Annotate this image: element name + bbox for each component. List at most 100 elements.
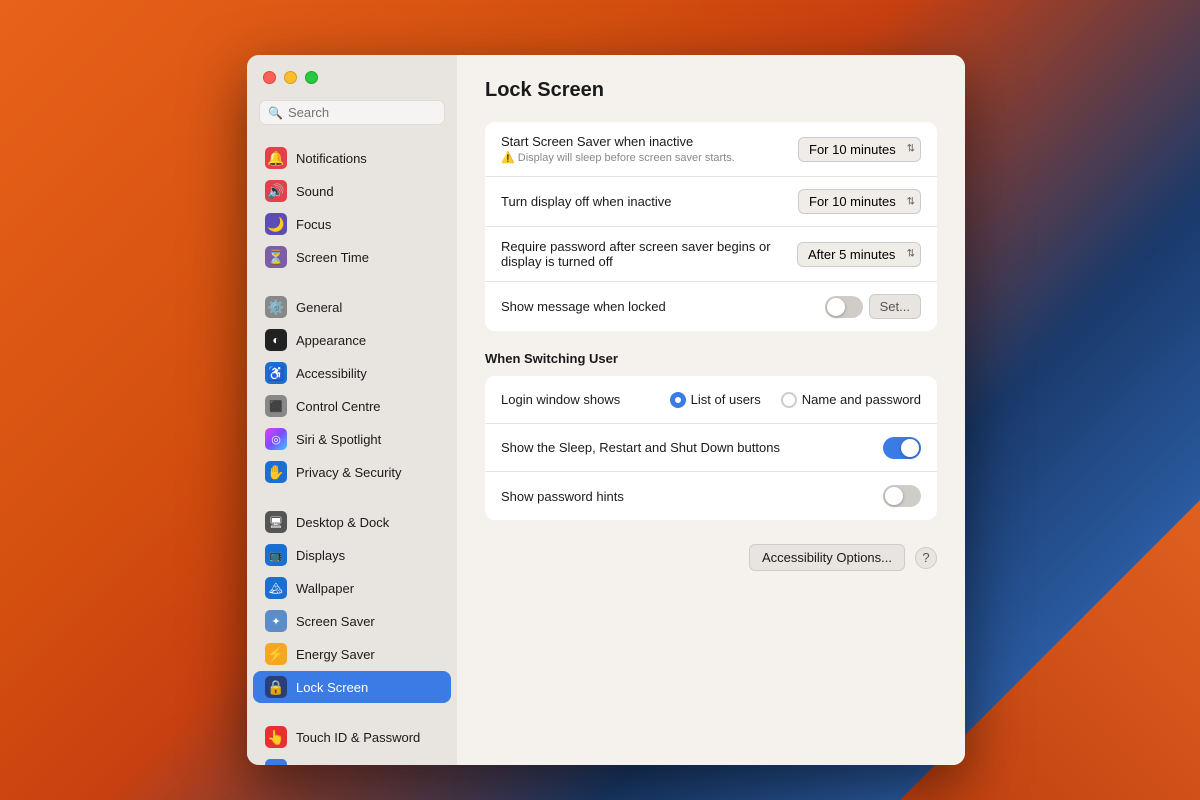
desktop-icon: 🖥 [265, 511, 287, 533]
wallpaper-icon: 🏔 [265, 577, 287, 599]
message-toggle-knob [827, 298, 845, 316]
display-stepper[interactable]: For 10 minutes [798, 189, 921, 214]
settings-row-login: Login window shows List of users [485, 376, 937, 424]
sidebar-item-touchid[interactable]: 👆 Touch ID & Password [253, 721, 451, 753]
sidebar-group-1: 🔔 Notifications 🔊 Sound 🌙 Focus ⏳ Screen… [247, 141, 457, 274]
sidebar-item-label: General [296, 300, 342, 315]
settings-section-2: Login window shows List of users [485, 376, 937, 520]
display-stepper-wrapper: For 10 minutes [798, 189, 921, 214]
sound-icon: 🔊 [265, 180, 287, 202]
sidebar-item-label: Displays [296, 548, 345, 563]
screentime-icon: ⏳ [265, 246, 287, 268]
screensaver-control: For 10 minutes [798, 137, 921, 162]
settings-row-sleep: Show the Sleep, Restart and Shut Down bu… [485, 424, 937, 472]
general-icon: ⚙️ [265, 296, 287, 318]
sidebar-item-siri[interactable]: ◎ Siri & Spotlight [253, 423, 451, 455]
sidebar-item-notifications[interactable]: 🔔 Notifications [253, 142, 451, 174]
privacy-icon: ✋ [265, 461, 287, 483]
main-content: Lock Screen Start Screen Saver when inac… [457, 55, 965, 765]
sidebar-item-label: Screen Time [296, 250, 369, 265]
notifications-icon: 🔔 [265, 147, 287, 169]
displays-icon: 📺 [265, 544, 287, 566]
hints-toggle[interactable] [883, 485, 921, 507]
lockscreen-icon: 🔒 [265, 676, 287, 698]
users-icon: 👥 [265, 759, 287, 765]
energy-icon: ⚡ [265, 643, 287, 665]
settings-row-message: Show message when locked Set... [485, 282, 937, 331]
radio-name-password[interactable]: Name and password [781, 392, 921, 408]
sleep-toggle[interactable] [883, 437, 921, 459]
sidebar-item-displays[interactable]: 📺 Displays [253, 539, 451, 571]
message-control: Set... [825, 294, 921, 319]
hints-toggle-knob [885, 487, 903, 505]
focus-icon: 🌙 [265, 213, 287, 235]
sidebar-item-lockscreen[interactable]: 🔒 Lock Screen [253, 671, 451, 703]
sidebar-item-controlcentre[interactable]: ⬛ Control Centre [253, 390, 451, 422]
password-label: Require password after screen saver begi… [501, 239, 797, 269]
sidebar-item-label: Energy Saver [296, 647, 375, 662]
footer-row: Accessibility Options... ? [485, 536, 937, 571]
minimize-button[interactable] [284, 71, 297, 84]
sidebar-item-focus[interactable]: 🌙 Focus [253, 208, 451, 240]
page-title: Lock Screen [485, 79, 937, 102]
settings-row-screensaver: Start Screen Saver when inactive ⚠️ Disp… [485, 122, 937, 177]
sidebar-item-label: Accessibility [296, 366, 367, 381]
message-toggle[interactable] [825, 296, 863, 318]
settings-section-1: Start Screen Saver when inactive ⚠️ Disp… [485, 122, 937, 331]
radio-circle-name [781, 392, 797, 408]
settings-row-display: Turn display off when inactive For 10 mi… [485, 177, 937, 227]
section2-title: When Switching User [485, 347, 937, 366]
screensaver-icon: ✦ [265, 610, 287, 632]
sidebar-item-label: Desktop & Dock [296, 515, 389, 530]
sidebar-item-screensaver[interactable]: ✦ Screen Saver [253, 605, 451, 637]
help-button[interactable]: ? [915, 547, 937, 569]
close-button[interactable] [263, 71, 276, 84]
accessibility-options-button[interactable]: Accessibility Options... [749, 544, 905, 571]
screensaver-sublabel: ⚠️ Display will sleep before screen save… [501, 151, 798, 164]
sidebar-item-wallpaper[interactable]: 🏔 Wallpaper [253, 572, 451, 604]
search-icon: 🔍 [268, 106, 283, 120]
sidebar-item-appearance[interactable]: ◐ Appearance [253, 324, 451, 356]
screensaver-stepper[interactable]: For 10 minutes [798, 137, 921, 162]
password-control: After 5 minutes [797, 242, 921, 267]
settings-row-password: Require password after screen saver begi… [485, 227, 937, 282]
settings-window: 🔍 🔔 Notifications 🔊 Sound 🌙 Focus ⏳ Scre… [247, 55, 965, 765]
sidebar-item-label: Wallpaper [296, 581, 354, 596]
siri-icon: ◎ [265, 428, 287, 450]
sidebar-item-label: Lock Screen [296, 680, 368, 695]
password-stepper[interactable]: After 5 minutes [797, 242, 921, 267]
sidebar-item-desktop[interactable]: 🖥 Desktop & Dock [253, 506, 451, 538]
radio-label-list: List of users [691, 392, 761, 407]
display-label: Turn display off when inactive [501, 194, 798, 209]
display-control: For 10 minutes [798, 189, 921, 214]
settings-row-hints: Show password hints [485, 472, 937, 520]
sidebar-item-energy[interactable]: ⚡ Energy Saver [253, 638, 451, 670]
sidebar: 🔍 🔔 Notifications 🔊 Sound 🌙 Focus ⏳ Scre… [247, 55, 457, 765]
section2-container: When Switching User Login window shows [485, 347, 937, 571]
search-input[interactable] [288, 105, 436, 120]
sidebar-item-screentime[interactable]: ⏳ Screen Time [253, 241, 451, 273]
hints-control [883, 485, 921, 507]
sidebar-group-2: ⚙️ General ◐ Appearance ♿ Accessibility … [247, 290, 457, 489]
traffic-lights [263, 71, 318, 84]
sidebar-item-users[interactable]: 👥 Users & Groups [253, 754, 451, 765]
maximize-button[interactable] [305, 71, 318, 84]
radio-label-name: Name and password [802, 392, 921, 407]
sidebar-item-label: Appearance [296, 333, 366, 348]
radio-circle-list [670, 392, 686, 408]
search-box[interactable]: 🔍 [259, 100, 445, 125]
sidebar-item-privacy[interactable]: ✋ Privacy & Security [253, 456, 451, 488]
password-stepper-wrapper: After 5 minutes [797, 242, 921, 267]
sidebar-item-label: Privacy & Security [296, 465, 401, 480]
sidebar-item-accessibility[interactable]: ♿ Accessibility [253, 357, 451, 389]
radio-group: List of users Name and password [670, 392, 921, 408]
accessibility-icon: ♿ [265, 362, 287, 384]
touchid-icon: 👆 [265, 726, 287, 748]
sleep-label: Show the Sleep, Restart and Shut Down bu… [501, 440, 883, 455]
sidebar-item-general[interactable]: ⚙️ General [253, 291, 451, 323]
sleep-control [883, 437, 921, 459]
radio-list-users[interactable]: List of users [670, 392, 761, 408]
sidebar-item-sound[interactable]: 🔊 Sound [253, 175, 451, 207]
sidebar-group-4: 👆 Touch ID & Password 👥 Users & Groups [247, 720, 457, 765]
set-button[interactable]: Set... [869, 294, 921, 319]
